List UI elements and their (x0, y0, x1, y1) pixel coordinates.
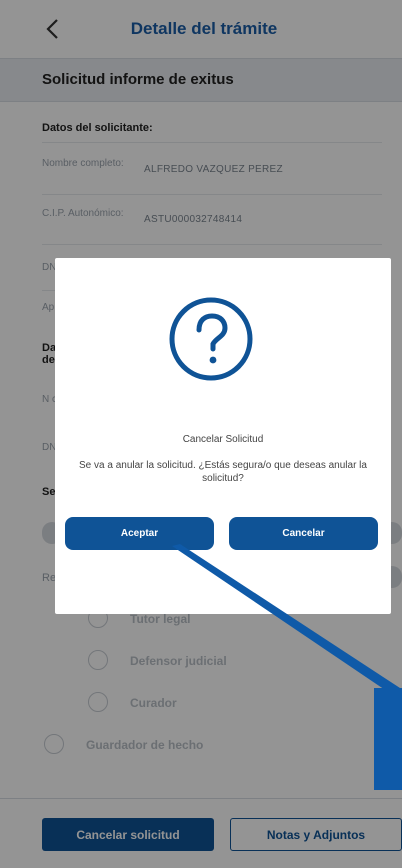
dialog-title: Cancelar Solicitud (182, 434, 264, 445)
cancel-confirmation-dialog: Cancelar Solicitud Se va a anular la sol… (55, 258, 391, 614)
question-circle-icon (169, 297, 253, 381)
cancel-button[interactable]: Cancelar (229, 517, 378, 550)
accept-button[interactable]: Aceptar (65, 517, 214, 550)
dialog-message: Se va a anular la solicitud. ¿Estás segu… (79, 460, 367, 484)
